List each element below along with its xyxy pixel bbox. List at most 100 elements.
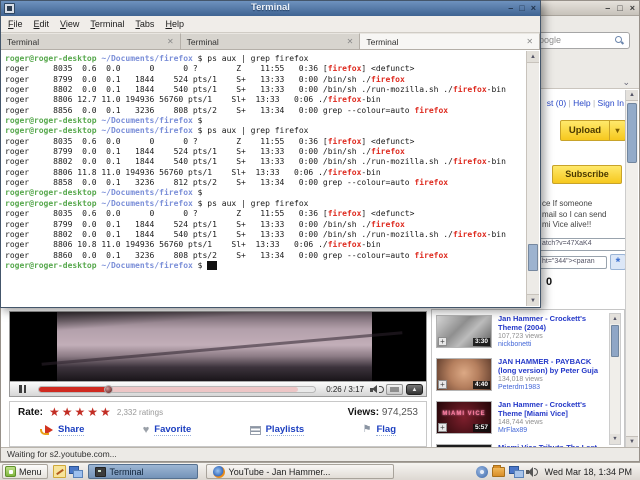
menu-item-terminal[interactable]: Terminal — [90, 19, 124, 29]
taskbar-item-youtube[interactable]: YouTube - Jan Hammer... — [205, 464, 394, 479]
volume-icon[interactable] — [370, 385, 384, 394]
scrollbar-thumb[interactable] — [528, 244, 538, 271]
flag-link[interactable]: ⚑ Flag — [362, 424, 396, 436]
terminal-titlebar[interactable]: Terminal – □ × — [1, 1, 540, 16]
pause-button[interactable] — [19, 385, 26, 393]
embed-options-gear-icon[interactable]: * — [610, 254, 626, 270]
folder-icon[interactable] — [491, 464, 505, 477]
close-button[interactable]: × — [531, 2, 536, 15]
video-user-link[interactable]: MrFlax89 — [498, 427, 604, 435]
menu-button-label: Menu — [19, 466, 42, 477]
video-title-link[interactable]: Jan Hammer - Crockett's Theme [Miami Vic… — [498, 400, 604, 418]
favorite-link[interactable]: ♥ Favorite — [143, 424, 192, 436]
add-to-quicklist-icon[interactable]: + — [438, 337, 447, 346]
video-screen[interactable] — [10, 312, 426, 381]
embed-code-field[interactable]: ht="344"><paran — [539, 256, 607, 269]
add-to-quicklist-icon[interactable]: + — [438, 423, 447, 432]
search-icon[interactable] — [615, 36, 624, 45]
tab-close-icon[interactable]: ✕ — [526, 37, 533, 46]
scroll-down-icon[interactable]: ▼ — [527, 294, 539, 306]
scroll-down-icon[interactable]: ▼ — [610, 434, 620, 444]
video-thumbnail[interactable]: 4:40 + — [436, 358, 492, 391]
video-user-link[interactable]: Peterdm1983 — [498, 384, 604, 392]
seek-handle[interactable] — [104, 385, 113, 394]
upload-button[interactable]: Upload ▾ — [560, 120, 626, 141]
volume-icon[interactable] — [525, 466, 538, 477]
browser-maximize-button[interactable]: □ — [617, 2, 622, 14]
add-to-quicklist-icon[interactable]: + — [438, 380, 447, 389]
terminal-scrollbar[interactable]: ▲ ▼ — [526, 51, 539, 306]
video-user-link[interactable]: nickbonetti — [498, 341, 604, 349]
ratings-count: 2,332 ratings — [116, 407, 164, 417]
tab-close-icon[interactable]: ✕ — [347, 37, 354, 46]
video-thumbnail[interactable]: 3:30 + — [436, 315, 492, 348]
description-line: mail so I can send — [542, 209, 607, 219]
video-title-link[interactable]: JAN HAMMER - PAYBACK (long version) by P… — [498, 357, 604, 375]
browser-close-button[interactable]: × — [630, 2, 635, 14]
screen-size-button[interactable] — [386, 384, 403, 395]
views-value: 974,253 — [381, 406, 418, 418]
search-input[interactable]: oogle — [533, 32, 630, 49]
menu-item-tabs[interactable]: Tabs — [135, 19, 154, 29]
status-bar: Waiting for s2.youtube.com... — [1, 447, 639, 461]
updates-gear-icon[interactable] — [475, 465, 488, 478]
notes-launcher-icon[interactable] — [52, 465, 66, 478]
minimize-button[interactable]: – — [508, 2, 513, 15]
separator: | — [590, 98, 598, 108]
tab-close-icon[interactable]: ✕ — [167, 37, 174, 46]
header-link[interactable]: st (0) — [547, 98, 566, 108]
show-desktop-icon[interactable] — [68, 465, 83, 478]
taskbar-item-terminal[interactable]: Terminal — [87, 464, 198, 479]
maximize-button[interactable]: □ — [519, 2, 524, 15]
scroll-up-icon[interactable]: ▲ — [527, 51, 539, 63]
menu-item-view[interactable]: View — [60, 19, 79, 29]
page-scrollbar[interactable]: ▲ ▼ — [625, 90, 638, 447]
video-thumbnail[interactable]: MIAMI VICE 5:57 + — [436, 401, 492, 434]
fullscreen-button[interactable]: ▲ — [406, 384, 423, 395]
video-duration: 4:40 — [472, 381, 490, 389]
header-link[interactable]: Sign In — [598, 98, 624, 108]
action-label: Share — [58, 424, 85, 436]
related-video-item[interactable]: 3:30 + Jan Hammer - Crockett's Theme (2004… — [436, 314, 624, 357]
scroll-up-icon[interactable]: ▲ — [626, 90, 638, 101]
terminal-line: roger 8035 0.6 0.0 0 0 ? Z 11:55 0:36 [f… — [5, 136, 415, 146]
related-scrollbar[interactable]: ▲ ▼ — [609, 313, 621, 445]
terminal-icon — [94, 466, 106, 477]
flag-icon: ⚑ — [362, 424, 372, 435]
subscribe-button[interactable]: Subscribe — [552, 165, 622, 184]
header-link[interactable]: Help — [573, 98, 590, 108]
video-duration: 5:57 — [472, 424, 490, 432]
star-rating[interactable]: ★★★★★ — [49, 406, 113, 418]
network-icon[interactable] — [508, 466, 524, 478]
action-label: Favorite — [154, 424, 192, 436]
terminal-tab[interactable]: Terminal ✕ — [180, 33, 361, 49]
terminal-line: roger 8035 0.6 0.0 0 0 ? Z 11:55 0:36 [f… — [5, 209, 415, 219]
scrollbar-thumb[interactable] — [627, 103, 637, 163]
upload-dropdown-icon[interactable]: ▾ — [609, 121, 625, 140]
seek-bar[interactable] — [38, 385, 316, 394]
scrollbar-thumb[interactable] — [611, 325, 619, 357]
menu-button[interactable]: Menu — [2, 464, 48, 479]
scroll-down-icon[interactable]: ▼ — [626, 436, 638, 447]
description-line: ce If someone — [542, 199, 593, 208]
views-label: Views: — [347, 406, 380, 418]
related-video-item[interactable]: MIAMI VICE 5:57 + Jan Hammer - Crockett's T… — [436, 400, 624, 443]
menu-item-edit[interactable]: Edit — [34, 19, 50, 29]
terminal-output[interactable]: roger@roger-desktop ~/Documents/firefox … — [2, 51, 526, 306]
browser-minimize-button[interactable]: – — [605, 2, 610, 14]
menu-item-help[interactable]: Help — [165, 19, 184, 29]
terminal-line: roger@roger-desktop ~/Documents/firefox … — [5, 198, 309, 208]
upload-button-label: Upload — [568, 125, 602, 136]
chevron-down-icon[interactable]: ⌄ — [622, 78, 630, 87]
related-video-item[interactable]: 4:40 + JAN HAMMER - PAYBACK (long version)… — [436, 357, 624, 400]
terminal-tab[interactable]: Terminal ✕ — [360, 33, 541, 49]
video-views: 148,744 views — [498, 419, 543, 426]
menu-item-file[interactable]: File — [8, 19, 23, 29]
video-title-link[interactable]: Jan Hammer - Crockett's Theme (2004) — [498, 314, 604, 332]
terminal-tabbar: Terminal ✕ Terminal ✕ Terminal ✕ — [1, 33, 541, 50]
video-url-field[interactable]: atch?v=47XaK4 — [539, 238, 627, 251]
scroll-up-icon[interactable]: ▲ — [610, 314, 620, 324]
share-link[interactable]: Share — [40, 424, 85, 436]
terminal-tab[interactable]: Terminal ✕ — [1, 33, 181, 49]
playlists-link[interactable]: Playlists — [249, 424, 305, 436]
